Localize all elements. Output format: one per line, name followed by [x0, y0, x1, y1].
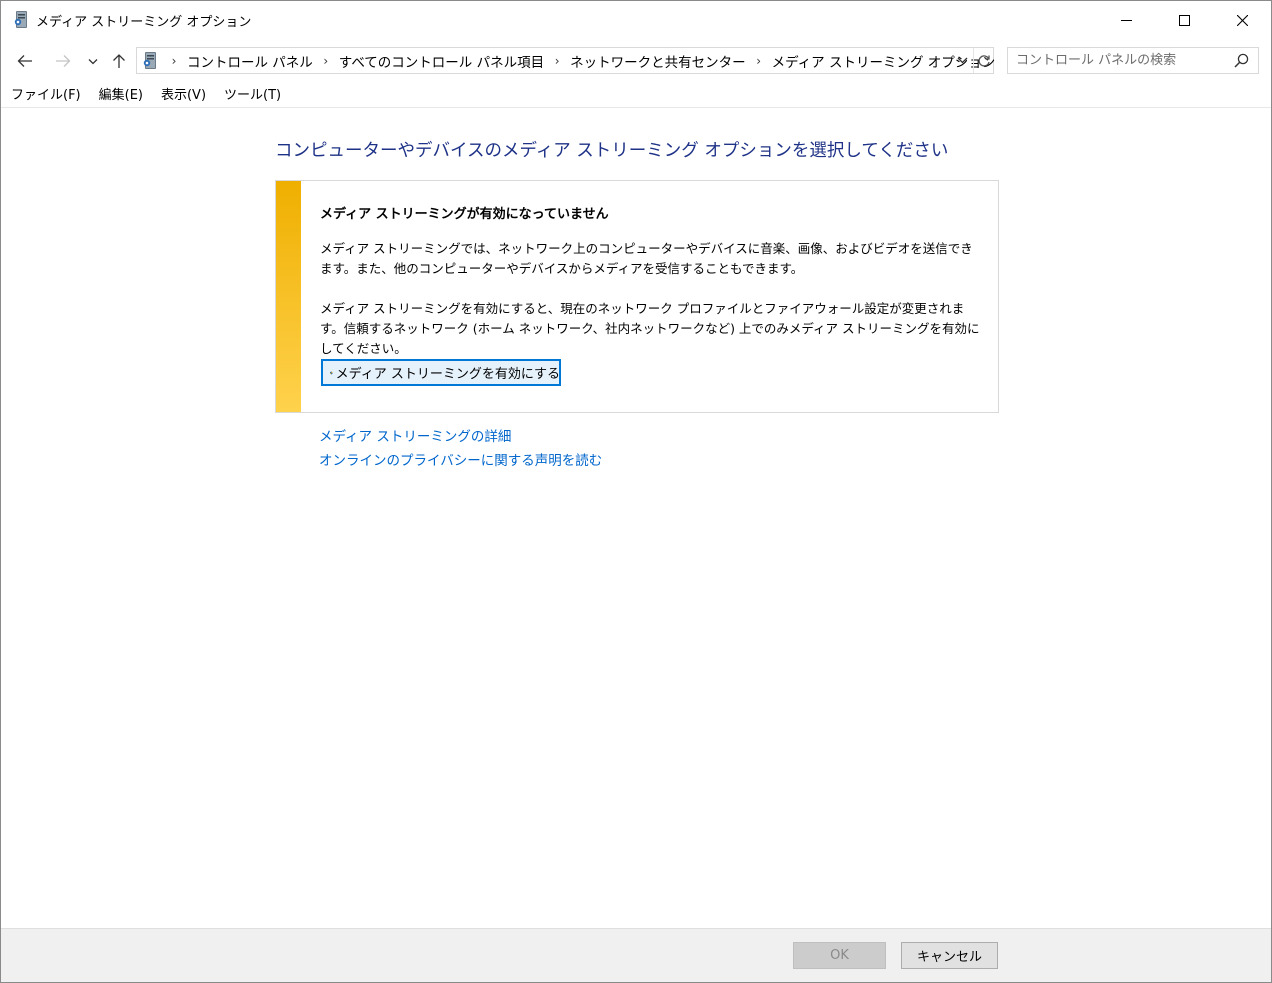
chevron-right-icon[interactable]: ›: [317, 54, 335, 68]
description-text: メディア ストリーミングでは、ネットワーク上のコンピューターやデバイスに音楽、画…: [320, 241, 973, 276]
refresh-button[interactable]: [973, 48, 994, 73]
recent-locations-button[interactable]: [83, 48, 103, 74]
menu-view[interactable]: 表示(V): [151, 85, 214, 107]
close-button[interactable]: [1213, 1, 1271, 39]
menu-edit[interactable]: 編集(E): [89, 85, 151, 107]
main-content: コンピューターやデバイスのメディア ストリーミング オプションを選択してください…: [1, 108, 1271, 928]
warning-text: メディア ストリーミングを有効にすると、現在のネットワーク プロファイルとファイ…: [320, 301, 980, 356]
chevron-right-icon[interactable]: ›: [165, 54, 183, 68]
menu-bar: ファイル(F) 編集(E) 表示(V) ツール(T): [1, 85, 1271, 108]
recent-locations-icon: [88, 58, 98, 64]
title-bar: メディア ストリーミング オプション: [1, 1, 1271, 39]
minimize-button[interactable]: [1097, 1, 1155, 39]
breadcrumb-item[interactable]: すべてのコントロール パネル項目: [335, 51, 548, 71]
breadcrumb-item[interactable]: コントロール パネル: [183, 51, 317, 71]
forward-button[interactable]: [51, 48, 75, 74]
close-icon: [1236, 14, 1248, 26]
breadcrumb: › コントロール パネル › すべてのコントロール パネル項目 › ネットワーク…: [165, 48, 999, 73]
chevron-right-icon[interactable]: ›: [548, 54, 566, 68]
uac-shield-icon: [330, 371, 333, 374]
chevron-right-icon[interactable]: ›: [750, 54, 768, 68]
footer: OK キャンセル: [1, 928, 1271, 982]
enable-media-streaming-button[interactable]: メディア ストリーミングを有効にする: [321, 359, 561, 386]
back-arrow-icon: [17, 55, 32, 67]
back-button[interactable]: [13, 48, 37, 74]
warning-stripe: [276, 181, 301, 412]
page-title: コンピューターやデバイスのメディア ストリーミング オプションを選択してください: [275, 141, 949, 161]
panel-heading: メディア ストリーミングが有効になっていません: [320, 207, 609, 222]
up-arrow-icon: [113, 54, 125, 68]
search-icon[interactable]: [1234, 53, 1249, 68]
breadcrumb-item[interactable]: ネットワークと共有センター: [566, 51, 750, 71]
maximize-button[interactable]: [1155, 1, 1213, 39]
search-box[interactable]: [1007, 47, 1259, 74]
address-bar[interactable]: › コントロール パネル › すべてのコントロール パネル項目 › ネットワーク…: [136, 47, 995, 74]
privacy-statement-link[interactable]: オンラインのプライバシーに関する声明を読む: [319, 449, 602, 469]
address-dropdown-button[interactable]: [952, 48, 972, 73]
forward-arrow-icon: [56, 55, 71, 67]
navigation-bar: › コントロール パネル › すべてのコントロール パネル項目 › ネットワーク…: [1, 43, 1271, 79]
maximize-icon: [1178, 14, 1190, 26]
warning-panel: メディア ストリーミングが有効になっていません メディア ストリーミングでは、ネ…: [275, 180, 999, 413]
minimize-icon: [1120, 19, 1132, 21]
up-button[interactable]: [107, 48, 131, 74]
refresh-icon: [978, 54, 990, 67]
window: メディア ストリーミング オプション › コントロール パネル › すべてのコン…: [0, 0, 1272, 983]
details-link[interactable]: メディア ストリーミングの詳細: [319, 425, 511, 445]
window-title: メディア ストリーミング オプション: [36, 15, 252, 30]
menu-file[interactable]: ファイル(F): [1, 85, 89, 107]
menu-tools[interactable]: ツール(T): [214, 85, 289, 107]
media-server-icon: [14, 11, 27, 28]
search-input[interactable]: [1016, 51, 1226, 70]
enable-button-label: メディア ストリーミングを有効にする: [335, 367, 560, 382]
cancel-button[interactable]: キャンセル: [901, 942, 998, 969]
ok-button[interactable]: OK: [793, 942, 886, 969]
media-server-icon: [143, 52, 156, 69]
chevron-down-icon: [957, 57, 967, 64]
